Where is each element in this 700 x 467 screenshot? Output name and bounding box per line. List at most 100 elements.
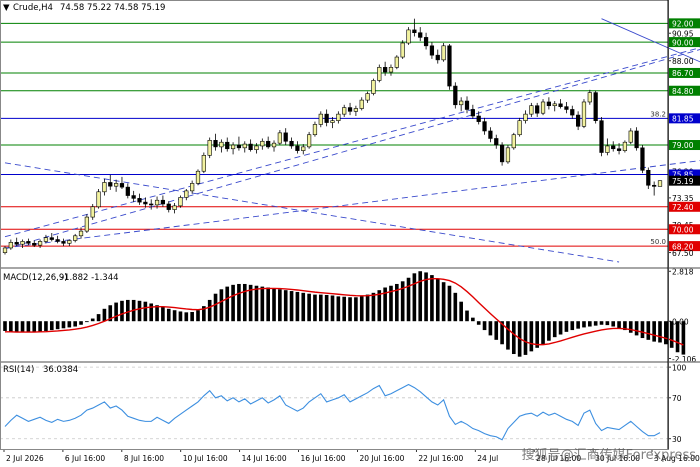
macd-bar <box>73 321 77 327</box>
candle-bull <box>195 170 201 184</box>
macd-bar <box>365 294 370 322</box>
candle-bull <box>587 92 592 103</box>
candle-bear <box>166 203 171 210</box>
candle-bull <box>318 113 323 125</box>
macd-title: MACD(12,26,9) <box>3 273 68 283</box>
macd-bar <box>494 321 499 340</box>
candle-bear <box>599 120 604 153</box>
candle-bear <box>482 121 487 132</box>
candle-bull <box>277 132 282 144</box>
candle-bear <box>464 100 470 110</box>
candle-bull <box>114 183 119 187</box>
macd-bar <box>283 290 288 322</box>
candle-bear <box>558 103 563 107</box>
trading-chart: 38.2 50.0 92.0090.9590.00 88.00 86.70 84.80 81… <box>0 0 700 463</box>
candle-bull <box>37 241 43 246</box>
rsi-line-path <box>4 383 661 441</box>
candle-bull <box>43 237 49 242</box>
candle-bear <box>470 109 475 117</box>
candle-bear <box>49 237 54 240</box>
candle-bear <box>611 145 616 150</box>
macd-bar <box>324 294 329 322</box>
candle-bear <box>137 198 142 203</box>
candle-bear <box>225 141 230 150</box>
candle-bear <box>570 109 575 116</box>
macd-bar <box>172 310 177 322</box>
candle-bear <box>499 144 505 163</box>
macd-bar <box>588 321 592 327</box>
rsi-title: RSI(14) <box>3 365 34 375</box>
candle-bull <box>517 120 522 136</box>
candle-bear <box>55 239 60 242</box>
time-tick-label: 22 Jul 16:00 <box>418 454 463 463</box>
macd-bar <box>336 296 341 322</box>
macd-bar <box>137 300 142 322</box>
macd-bar <box>307 293 311 322</box>
time-tick-label: 10 Jul 16:00 <box>183 454 228 463</box>
candle-bull <box>406 29 411 44</box>
macd-bar <box>155 305 159 322</box>
macd-bar <box>599 321 604 325</box>
macd-bar <box>652 321 656 342</box>
macd-bar <box>190 311 194 322</box>
macd-bar <box>114 302 118 322</box>
candle-bear <box>26 241 31 244</box>
candle-bull <box>657 180 663 187</box>
macd-bar <box>184 312 189 322</box>
candle-bull <box>388 67 394 73</box>
time-tick-label: 16 Jul 16:00 <box>301 454 346 463</box>
macd-bar <box>418 271 423 322</box>
candle-bear <box>418 32 423 38</box>
macd-bar <box>196 310 200 322</box>
macd-bar <box>61 321 66 329</box>
macd-bar <box>289 291 294 322</box>
rsi-panel: 100 70 30 <box>0 363 687 444</box>
macd-bar <box>242 283 247 322</box>
macd-bar <box>658 321 662 343</box>
macd-bar <box>178 311 183 322</box>
macd-bar <box>20 321 25 333</box>
macd-bar <box>32 321 37 332</box>
macd-bar <box>529 321 534 352</box>
macd-bar <box>266 287 270 322</box>
candle-bear <box>289 140 294 147</box>
macd-bar <box>219 289 224 322</box>
candle-bear <box>125 186 130 196</box>
candle-bull <box>342 107 347 115</box>
candle-bull <box>154 199 160 206</box>
macd-bar <box>552 321 557 338</box>
candles <box>2 18 663 255</box>
candle-bear <box>423 37 429 47</box>
candle-bear <box>640 147 645 171</box>
candle-bull <box>371 80 376 94</box>
rsi-tick-label: 70 <box>672 394 682 403</box>
time-tick-label: 6 Jul 16:00 <box>65 454 105 463</box>
macd-bar <box>605 321 610 326</box>
candle-bull <box>242 143 247 149</box>
rsi-value: 36.0384 <box>43 365 78 375</box>
candle-bear <box>494 138 499 146</box>
macd-bar <box>558 321 563 335</box>
fib-label: 50.0 <box>650 238 666 246</box>
candle-bull <box>271 142 277 148</box>
macd-bar <box>55 321 60 330</box>
collapse-arrow-icon[interactable]: ▼ <box>3 3 10 13</box>
macd-bar <box>9 321 13 332</box>
macd-bar <box>465 310 469 322</box>
candle-bull <box>330 120 335 123</box>
candle-bull <box>219 141 224 148</box>
macd-bar <box>49 321 54 331</box>
macd-bar <box>547 321 551 341</box>
candle-bear <box>119 183 125 188</box>
candle-bear <box>616 148 622 151</box>
macd-bar <box>435 278 440 322</box>
candle-bull <box>84 216 89 232</box>
macd-bar <box>634 321 639 336</box>
macd-bar <box>143 301 148 322</box>
rsi-line <box>4 383 661 441</box>
rsi-tick-label: 30 <box>672 435 682 444</box>
price-tick-label: 79.00 <box>672 141 694 150</box>
price-tick-label: 90.95 <box>672 29 694 38</box>
candle-bull <box>505 147 511 163</box>
macd-bar <box>511 321 516 355</box>
